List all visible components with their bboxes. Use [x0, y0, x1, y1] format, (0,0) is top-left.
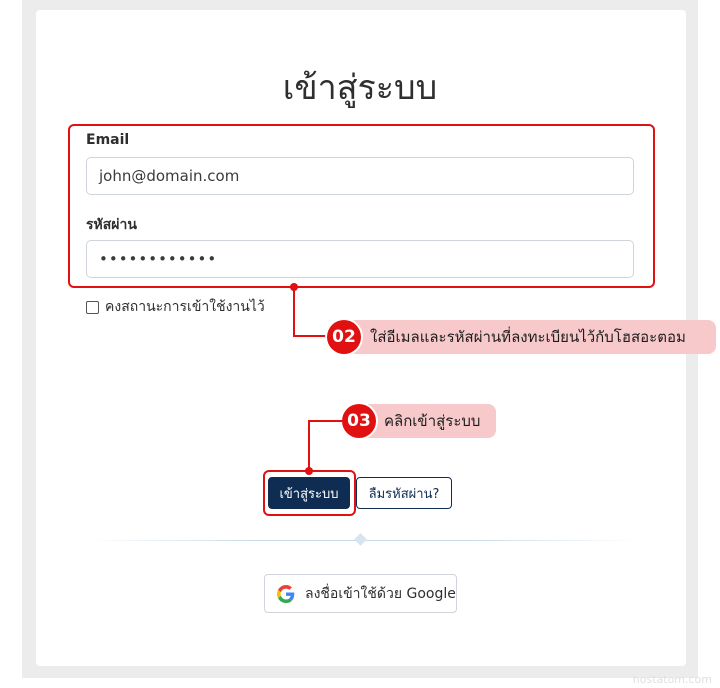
callout-03-badge: 03	[342, 404, 376, 438]
email-field[interactable]: john@domain.com	[86, 157, 634, 195]
password-label: รหัสผ่าน	[86, 217, 137, 233]
email-value: john@domain.com	[99, 167, 240, 185]
watermark: hostatom.com	[632, 673, 712, 686]
page-title: เข้าสู่ระบบ	[282, 68, 438, 108]
password-value: ••••••••••••	[99, 250, 218, 268]
callout-02-badge: 02	[327, 320, 361, 354]
callout-02-text: ใส่อีเมลและรหัสผ่านที่ลงทะเบียนไว้กับโฮส…	[348, 320, 716, 354]
remember-me[interactable]: คงสถานะการเข้าใช้งานไว้	[86, 296, 265, 318]
forgot-password-button[interactable]: ลืมรหัสผ่าน?	[356, 477, 452, 509]
callout-03-text: คลิกเข้าสู่ระบบ	[362, 404, 496, 438]
remember-checkbox[interactable]	[86, 300, 99, 314]
login-button[interactable]: เข้าสู่ระบบ	[268, 477, 350, 509]
callout-02-line-vertical	[293, 287, 295, 337]
google-signin-label: ลงชื่อเข้าใช้ด้วย Google	[305, 585, 456, 602]
google-signin-button[interactable]: ลงชื่อเข้าใช้ด้วย Google	[264, 574, 457, 613]
remember-label: คงสถานะการเข้าใช้งานไว้	[105, 299, 265, 315]
callout-03-line-vertical	[308, 420, 310, 470]
google-icon	[277, 584, 295, 603]
callout-03-line-horizontal	[308, 420, 344, 422]
email-label: Email	[86, 132, 130, 148]
password-field[interactable]: ••••••••••••	[86, 240, 634, 278]
